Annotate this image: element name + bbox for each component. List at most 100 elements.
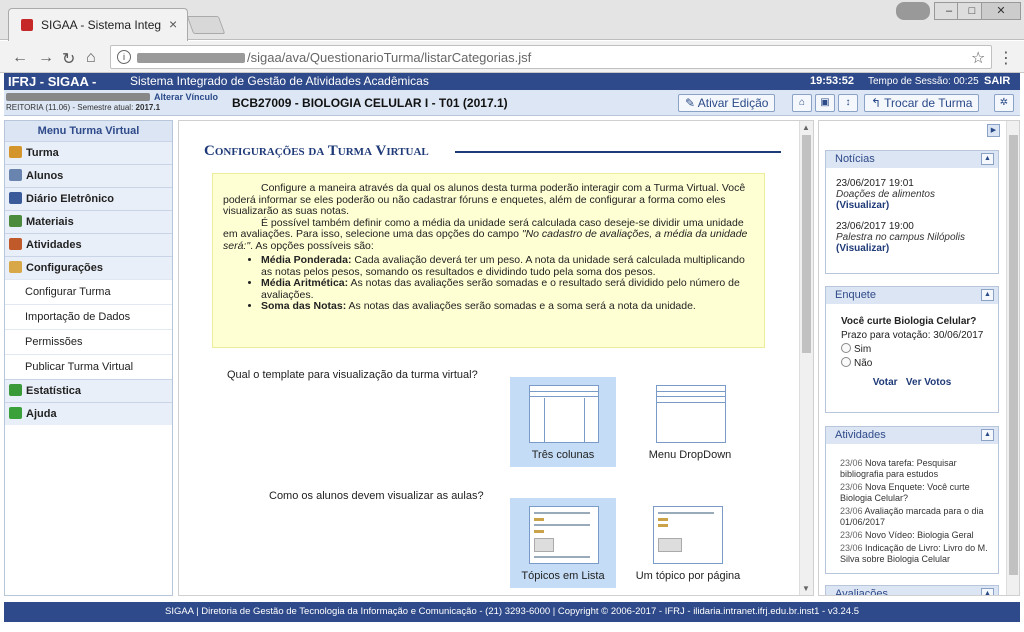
activity-item[interactable]: 23/06 Nova tarefa: Pesquisar bibliografi… (826, 458, 998, 480)
menu-item-diario-eletronico[interactable]: Diário Eletrônico (5, 187, 172, 210)
forward-arrow-icon[interactable]: → (38, 49, 54, 67)
scroll-down-icon[interactable]: ▼ (802, 584, 810, 593)
session-timer: Tempo de Sessão: 00:25 (868, 76, 979, 87)
info-bar: Alterar Vínculo REITORIA (11.06) - Semes… (4, 90, 1020, 116)
topics-list-thumbnail (529, 506, 599, 564)
home-button[interactable]: ⌂ (792, 94, 812, 112)
title-underline (455, 151, 781, 153)
collapse-icon[interactable]: ▲ (981, 588, 994, 595)
collapse-icon[interactable]: ▲ (981, 289, 994, 301)
return-arrow-icon: ↰ (871, 96, 885, 110)
menu-item-label: Turma (26, 147, 59, 159)
aulas-option-label: Um tópico por página (635, 570, 741, 582)
notice-bullet: Soma das Notas: As notas das avaliações … (261, 300, 754, 313)
browser-menu-icon[interactable]: ⋮ (998, 48, 1014, 68)
ativar-edicao-button[interactable]: ✎ Ativar Edição (678, 94, 776, 112)
menu-item-estatistica[interactable]: Estatística (5, 379, 172, 402)
activity-item[interactable]: 23/06 Indicação de Livro: Livro do M. Si… (826, 543, 998, 565)
right-panel-scrollbar[interactable] (1006, 121, 1019, 595)
activity-item[interactable]: 23/06 Nova Enquete: Você curte Biologia … (826, 482, 998, 504)
radio-button[interactable] (841, 357, 851, 367)
visualizar-link[interactable]: (Visualizar) (836, 243, 889, 254)
menu-item-label: Ajuda (26, 408, 57, 420)
votar-link[interactable]: Votar (873, 377, 898, 388)
print-button[interactable]: ▣ (815, 94, 835, 112)
alunos-icon (9, 169, 22, 181)
enquete-box: Enquete ▲ Você curte Biologia Celular? Pr… (825, 286, 999, 413)
aulas-question: Como os alunos devem visualizar as aulas… (269, 490, 484, 502)
system-full-name: Sistema Integrado de Gestão de Atividade… (130, 74, 429, 88)
back-arrow-icon[interactable]: ← (12, 49, 28, 67)
menu-item-label: Configurações (26, 262, 104, 274)
trocar-turma-button[interactable]: ↰ Trocar de Turma (864, 94, 980, 112)
template-option-menu-dropdown[interactable]: Menu DropDown (637, 377, 743, 467)
reload-icon[interactable]: ↻ (62, 49, 75, 69)
atividades-icon (9, 238, 22, 250)
footer: SIGAA | Diretoria de Gestão de Tecnologi… (4, 602, 1020, 622)
site-info-icon[interactable]: i (117, 50, 131, 64)
activity-item[interactable]: 23/06 Avaliação marcada para o dia 01/06… (826, 506, 998, 528)
settings-button[interactable]: ✲ (994, 94, 1014, 112)
aulas-option-um-topico[interactable]: Um tópico por página (613, 498, 763, 588)
sigaa-favicon-icon (21, 19, 33, 31)
tab-title: SIGAA - Sistema Integrac (41, 18, 161, 32)
alterar-vinculo-link[interactable]: Alterar Vínculo (154, 92, 218, 102)
activity-item[interactable]: 23/06 Novo Vídeo: Biologia Geral (826, 530, 998, 541)
news-item: 23/06/2017 19:01 Doações de alimentos (Vis… (826, 178, 998, 211)
scrollbar-thumb[interactable] (802, 135, 811, 353)
home-icon: ⌂ (798, 97, 806, 108)
visualizar-link[interactable]: (Visualizar) (836, 200, 889, 211)
close-window-button[interactable]: ✕ (981, 2, 1021, 20)
menu-item-label: Diário Eletrônico (26, 193, 115, 205)
right-panel: ▶ Notícias ▲ 23/06/2017 19:01 Doações de a… (818, 120, 1020, 596)
info-notice: Configure a maneira através da qual os a… (212, 173, 765, 348)
clock: 19:53:52 (810, 75, 855, 87)
menu-item-configuracoes[interactable]: Configurações (5, 256, 172, 279)
template-option-label: Três colunas (531, 449, 595, 461)
submenu-item-permissoes[interactable]: Permissões (5, 329, 172, 354)
menu-item-alunos[interactable]: Alunos (5, 164, 172, 187)
content-scrollbar[interactable]: ▲ ▼ (799, 121, 813, 595)
user-profile-button[interactable] (896, 2, 930, 20)
system-name: IFRJ - SIGAA - (8, 74, 97, 89)
news-date: 23/06/2017 19:01 (836, 178, 914, 189)
logout-link[interactable]: SAIR (984, 73, 1010, 90)
enquete-option[interactable]: Não (826, 357, 998, 371)
menu-item-label: Alunos (26, 170, 64, 182)
submenu-item-importacao-de-dados[interactable]: Importação de Dados (5, 304, 172, 329)
news-title: Doações de alimentos (836, 189, 935, 200)
submenu-item-publicar-turma-virtual[interactable]: Publicar Turma Virtual (5, 354, 172, 379)
submenu-item-configurar-turma[interactable]: Configurar Turma (5, 279, 172, 304)
news-date: 23/06/2017 19:00 (836, 221, 914, 232)
enquete-deadline: Prazo para votação: 30/06/2017 (841, 330, 984, 341)
collapse-icon[interactable]: ▲ (981, 429, 994, 441)
menu-item-turma[interactable]: Turma (5, 141, 172, 164)
template-option-tres-colunas[interactable]: Três colunas (510, 377, 616, 467)
new-tab-button[interactable] (186, 16, 226, 34)
ver-votos-link[interactable]: Ver Votos (906, 377, 951, 388)
radio-button[interactable] (841, 343, 851, 353)
pencil-icon: ✎ (685, 96, 698, 110)
enquete-option[interactable]: Sim (826, 343, 998, 357)
collapse-icon[interactable]: ▲ (981, 153, 994, 165)
collapse-panel-icon[interactable]: ▶ (987, 124, 1000, 137)
vertical-arrows-icon: ↕ (845, 97, 851, 108)
atividades-header: Atividades ▲ (826, 427, 998, 444)
address-bar[interactable]: i /sigaa/ava/QuestionarioTurma/listarCat… (110, 45, 992, 69)
scrollbar-thumb[interactable] (1009, 135, 1018, 575)
url-host-redacted (137, 53, 245, 63)
tab-close-icon[interactable]: × (169, 16, 177, 32)
aulas-option-topicos-lista[interactable]: Tópicos em Lista (510, 498, 616, 588)
home-icon[interactable]: ⌂ (86, 49, 96, 67)
bookmark-star-icon[interactable]: ☆ (971, 48, 985, 68)
expand-button[interactable]: ↕ (838, 94, 858, 112)
menu-item-atividades[interactable]: Atividades (5, 233, 172, 256)
menu-item-materiais[interactable]: Materiais (5, 210, 172, 233)
avaliacoes-header: Avaliações ▲ (826, 586, 998, 595)
reitoria-label: REITORIA (11.06) - Semestre atual: 2017.… (6, 103, 161, 112)
main-content: Configurações da Turma Virtual Configure… (178, 120, 814, 596)
browser-tab[interactable]: SIGAA - Sistema Integrac × (8, 8, 188, 41)
scroll-up-icon[interactable]: ▲ (802, 123, 810, 132)
page-title: Configurações da Turma Virtual (204, 143, 429, 159)
menu-item-ajuda[interactable]: Ajuda (5, 402, 172, 425)
